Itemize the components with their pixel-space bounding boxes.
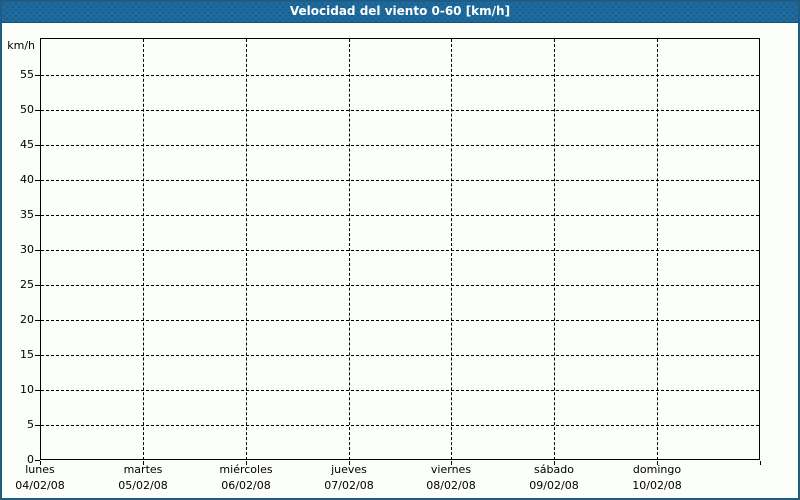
plot-area xyxy=(40,38,760,460)
y-axis-unit-label: km/h xyxy=(0,39,35,53)
y-tick-label: 15 xyxy=(0,348,34,362)
x-axis-day-label: jueves07/02/08 xyxy=(297,462,401,494)
y-tick-label: 20 xyxy=(0,313,34,327)
y-tick-label: 40 xyxy=(0,173,34,187)
day-name: lunes xyxy=(0,462,92,478)
y-tick-label: 5 xyxy=(0,418,34,432)
chart-title-bar: Velocidad del viento 0-60 [km/h] xyxy=(0,0,800,23)
day-name: domingo xyxy=(605,462,709,478)
y-tick-label: 25 xyxy=(0,278,34,292)
y-tick-label: 50 xyxy=(0,103,34,117)
x-axis-day-label: domingo10/02/08 xyxy=(605,462,709,494)
day-name: viernes xyxy=(399,462,503,478)
day-name: miércoles xyxy=(194,462,298,478)
day-date: 08/02/08 xyxy=(399,478,503,494)
y-tick-label: 35 xyxy=(0,208,34,222)
day-name: sábado xyxy=(502,462,606,478)
x-axis-day-label: viernes08/02/08 xyxy=(399,462,503,494)
day-date: 10/02/08 xyxy=(605,478,709,494)
y-tick-label: 30 xyxy=(0,243,34,257)
day-date: 07/02/08 xyxy=(297,478,401,494)
x-axis-day-label: martes05/02/08 xyxy=(91,462,195,494)
x-axis-day-label: miércoles06/02/08 xyxy=(194,462,298,494)
x-tick-mark xyxy=(760,461,761,465)
day-date: 06/02/08 xyxy=(194,478,298,494)
day-date: 04/02/08 xyxy=(0,478,92,494)
y-tick-label: 10 xyxy=(0,383,34,397)
day-name: jueves xyxy=(297,462,401,478)
day-date: 05/02/08 xyxy=(91,478,195,494)
day-date: 09/02/08 xyxy=(502,478,606,494)
chart-title: Velocidad del viento 0-60 [km/h] xyxy=(0,0,800,22)
day-name: martes xyxy=(91,462,195,478)
x-axis-day-label: lunes04/02/08 xyxy=(0,462,92,494)
y-tick-label: 45 xyxy=(0,138,34,152)
x-axis-day-label: sábado09/02/08 xyxy=(502,462,606,494)
y-tick-label: 55 xyxy=(0,68,34,82)
chart-window: Velocidad del viento 0-60 [km/h] km/h 05… xyxy=(0,0,800,500)
